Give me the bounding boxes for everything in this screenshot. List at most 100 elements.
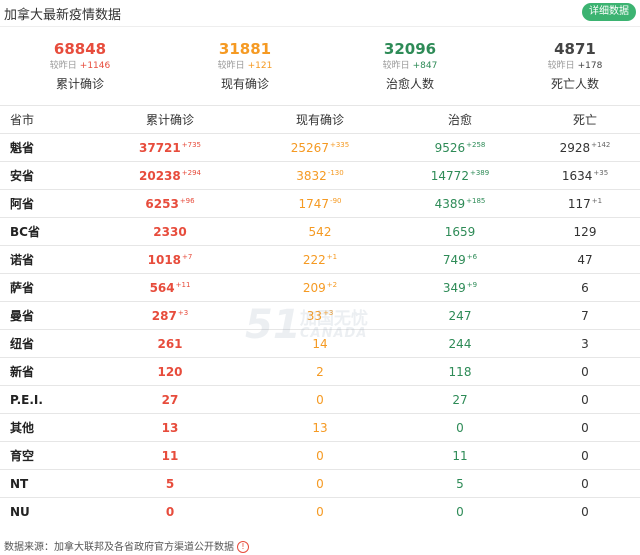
- province-name-value: 安省: [10, 169, 35, 183]
- cured-cases: 0: [395, 414, 525, 442]
- total-cases-value: 1018: [147, 253, 182, 267]
- active-cases-value: 33: [306, 309, 322, 323]
- province-name-value: 育空: [10, 449, 35, 463]
- active-cases-increase: +335: [329, 141, 350, 149]
- total-cases: 0: [105, 498, 235, 526]
- summary-compare-label: 较昨日: [547, 61, 575, 71]
- cured-cases-value: 349: [442, 281, 466, 295]
- active-cases: 0: [255, 498, 385, 526]
- info-icon[interactable]: !: [237, 541, 249, 553]
- summary-label: 累计确诊: [55, 77, 104, 91]
- active-cases-value: 0: [316, 449, 324, 463]
- active-cases: 222+1: [255, 246, 385, 274]
- summary-increase: +121: [247, 61, 273, 71]
- province-name-value: 其他: [10, 421, 35, 435]
- death-cases-value: 3: [581, 337, 589, 351]
- summary-item: 4871 较昨日 +178 死亡人数: [495, 40, 640, 92]
- province-name-value: 萨省: [10, 281, 35, 295]
- cured-cases: 27: [395, 386, 525, 414]
- province-name: 其他: [10, 414, 70, 442]
- active-cases-increase: -90: [330, 197, 342, 205]
- cured-cases-value: 14772: [430, 169, 469, 183]
- cured-cases-value: 5: [456, 477, 464, 491]
- total-cases: 287+3: [105, 302, 235, 330]
- death-cases: 7: [520, 302, 640, 330]
- active-cases: 1747-90: [255, 190, 385, 218]
- province-name: 诺省: [10, 246, 70, 274]
- summary-compare-label: 较昨日: [217, 61, 245, 71]
- cured-cases: 4389+185: [395, 190, 525, 218]
- total-cases-value: 2330: [153, 225, 187, 239]
- active-cases-increase: +1: [326, 253, 338, 261]
- summary-compare: 较昨日 +121: [165, 60, 325, 73]
- total-cases: 564+11: [105, 274, 235, 302]
- total-cases-value: 0: [165, 505, 175, 519]
- active-cases-value: 209: [302, 281, 326, 295]
- table-header-row: 省市 累计确诊 现有确诊 治愈 死亡: [0, 105, 640, 134]
- death-cases-value: 129: [573, 225, 597, 239]
- cured-cases-value: 749: [442, 253, 466, 267]
- death-cases-value: 0: [581, 393, 589, 407]
- death-cases-value: 0: [581, 449, 589, 463]
- total-cases-increase: +7: [182, 253, 193, 261]
- summary-compare-label: 较昨日: [49, 61, 77, 71]
- summary-label: 治愈人数: [385, 77, 434, 91]
- table-row: P.E.I. 27 0 27 0: [0, 385, 640, 414]
- cured-cases-value: 0: [456, 421, 464, 435]
- total-cases-increase: +3: [177, 309, 189, 317]
- cured-cases-value: 9526: [434, 141, 466, 155]
- active-cases: 0: [255, 442, 385, 470]
- table-row: 安省 20238+294 3832-130 14772+389 1634+35: [0, 161, 640, 190]
- summary-value: 31881: [218, 40, 272, 58]
- death-cases: 0: [520, 358, 640, 386]
- death-cases-value: 117: [567, 197, 591, 211]
- death-cases-value: 0: [581, 477, 589, 491]
- total-cases-value: 13: [161, 421, 179, 435]
- summary-compare-label: 较昨日: [382, 61, 410, 71]
- province-name-value: 阿省: [10, 197, 35, 211]
- province-name: NU: [10, 498, 70, 526]
- province-name: 曼省: [10, 302, 70, 330]
- active-cases-value: 0: [316, 477, 324, 491]
- province-name-value: 新省: [10, 365, 35, 379]
- page-title: 加拿大最新疫情数据: [4, 8, 122, 23]
- table-row: NT 5 0 5 0: [0, 469, 640, 498]
- cured-cases-value: 0: [456, 505, 464, 519]
- summary-increase: +178: [577, 61, 603, 71]
- death-cases: 117+1: [520, 190, 640, 218]
- province-name-value: 曼省: [10, 309, 35, 323]
- province-name-value: P.E.I.: [10, 393, 43, 407]
- total-cases-increase: +735: [181, 141, 201, 149]
- total-cases-increase: +294: [181, 169, 201, 177]
- table-row: 新省 120 2 118 0: [0, 357, 640, 386]
- total-cases-value: 37721: [139, 141, 181, 155]
- active-cases-value: 0: [316, 505, 324, 519]
- death-cases-value: 47: [577, 253, 593, 267]
- active-cases-increase: +3: [322, 309, 334, 317]
- province-name: P.E.I.: [10, 386, 70, 414]
- province-name: 安省: [10, 162, 70, 190]
- active-cases: 542: [255, 218, 385, 246]
- column-header-province: 省市: [10, 113, 35, 127]
- active-cases: 2: [255, 358, 385, 386]
- table-row: 育空 11 0 11 0: [0, 441, 640, 470]
- cured-cases: 749+6: [395, 246, 525, 274]
- death-cases: 3: [520, 330, 640, 358]
- total-cases-value: 261: [157, 337, 183, 351]
- death-cases: 1634+35: [520, 162, 640, 190]
- province-name-value: NT: [10, 477, 29, 491]
- cured-cases-value: 118: [448, 365, 472, 379]
- death-cases: 0: [520, 470, 640, 498]
- total-cases: 2330: [105, 218, 235, 246]
- data-source-text: 数据来源：加拿大联邦及各省政府官方渠道公开数据: [4, 542, 234, 553]
- active-cases-value: 0: [316, 393, 324, 407]
- detail-data-button[interactable]: 详细数据: [582, 3, 636, 21]
- total-cases-value: 120: [157, 365, 183, 379]
- summary-item: 31881 较昨日 +121 现有确诊: [165, 40, 325, 92]
- summary-item: 68848 较昨日 +1146 累计确诊: [0, 40, 160, 92]
- total-cases: 13: [105, 414, 235, 442]
- active-cases-value: 25267: [290, 141, 329, 155]
- total-cases: 27: [105, 386, 235, 414]
- active-cases-value: 14: [312, 337, 328, 351]
- total-cases-value: 11: [161, 449, 179, 463]
